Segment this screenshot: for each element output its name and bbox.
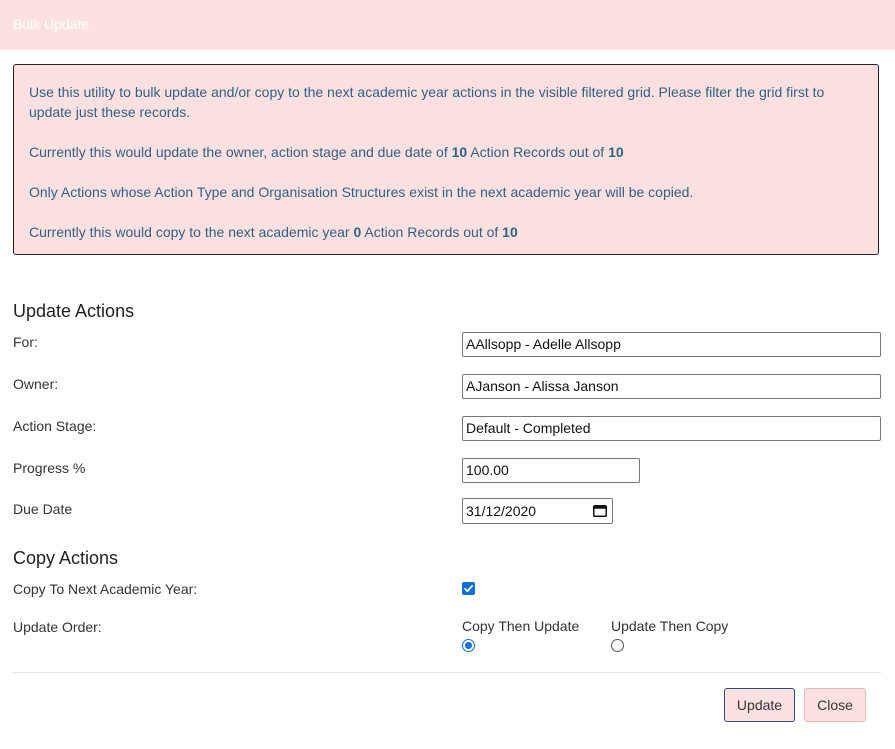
calendar-icon[interactable] xyxy=(593,504,607,517)
copy-then-update-label: Copy Then Update xyxy=(462,618,580,634)
checkmark-icon xyxy=(464,584,474,593)
close-button[interactable]: Close xyxy=(804,688,866,722)
footer-divider xyxy=(13,672,881,673)
dialog-title: Bulk Update xyxy=(13,16,90,32)
due-date-label: Due Date xyxy=(13,501,73,517)
copy-actions-heading: Copy Actions xyxy=(13,548,119,568)
owner-input[interactable]: AJanson - Alissa Janson xyxy=(462,374,881,399)
info-update-summary: Currently this would update the owner, a… xyxy=(29,144,624,160)
owner-label: Owner: xyxy=(13,376,59,392)
progress-input[interactable]: 100.00 xyxy=(462,458,640,483)
bulk-update-dialog: Bulk Update Use this utility to bulk upd… xyxy=(0,0,895,749)
info-copy-summary: Currently this would copy to the next ac… xyxy=(29,224,518,240)
update-order-label: Update Order: xyxy=(13,619,102,635)
dialog-titlebar: Bulk Update xyxy=(0,0,895,50)
copy-then-update-radio[interactable] xyxy=(462,639,475,652)
for-input[interactable]: AAllsopp - Adelle Allsopp xyxy=(462,332,881,357)
copy-next-year-label: Copy To Next Academic Year: xyxy=(13,581,198,597)
update-then-copy-radio[interactable] xyxy=(611,639,624,652)
action-stage-label: Action Stage: xyxy=(13,418,97,434)
progress-label: Progress % xyxy=(13,460,86,476)
info-panel: Use this utility to bulk update and/or c… xyxy=(13,64,879,255)
copy-count: 0 xyxy=(353,224,362,240)
copy-total: 10 xyxy=(502,224,518,240)
update-then-copy-label: Update Then Copy xyxy=(611,618,729,634)
info-copy-note: Only Actions whose Action Type and Organ… xyxy=(29,184,694,200)
update-total: 10 xyxy=(608,144,624,160)
update-actions-heading: Update Actions xyxy=(13,301,135,321)
copy-next-year-checkbox[interactable] xyxy=(462,582,475,595)
info-intro: Use this utility to bulk update and/or c… xyxy=(29,84,825,120)
update-button[interactable]: Update xyxy=(724,688,795,722)
action-stage-input[interactable]: Default - Completed xyxy=(462,416,881,441)
due-date-value: 31/12/2020 xyxy=(466,503,537,519)
update-count: 10 xyxy=(451,144,468,160)
due-date-input[interactable]: 31/12/2020 xyxy=(462,498,613,524)
for-label: For: xyxy=(13,334,38,350)
